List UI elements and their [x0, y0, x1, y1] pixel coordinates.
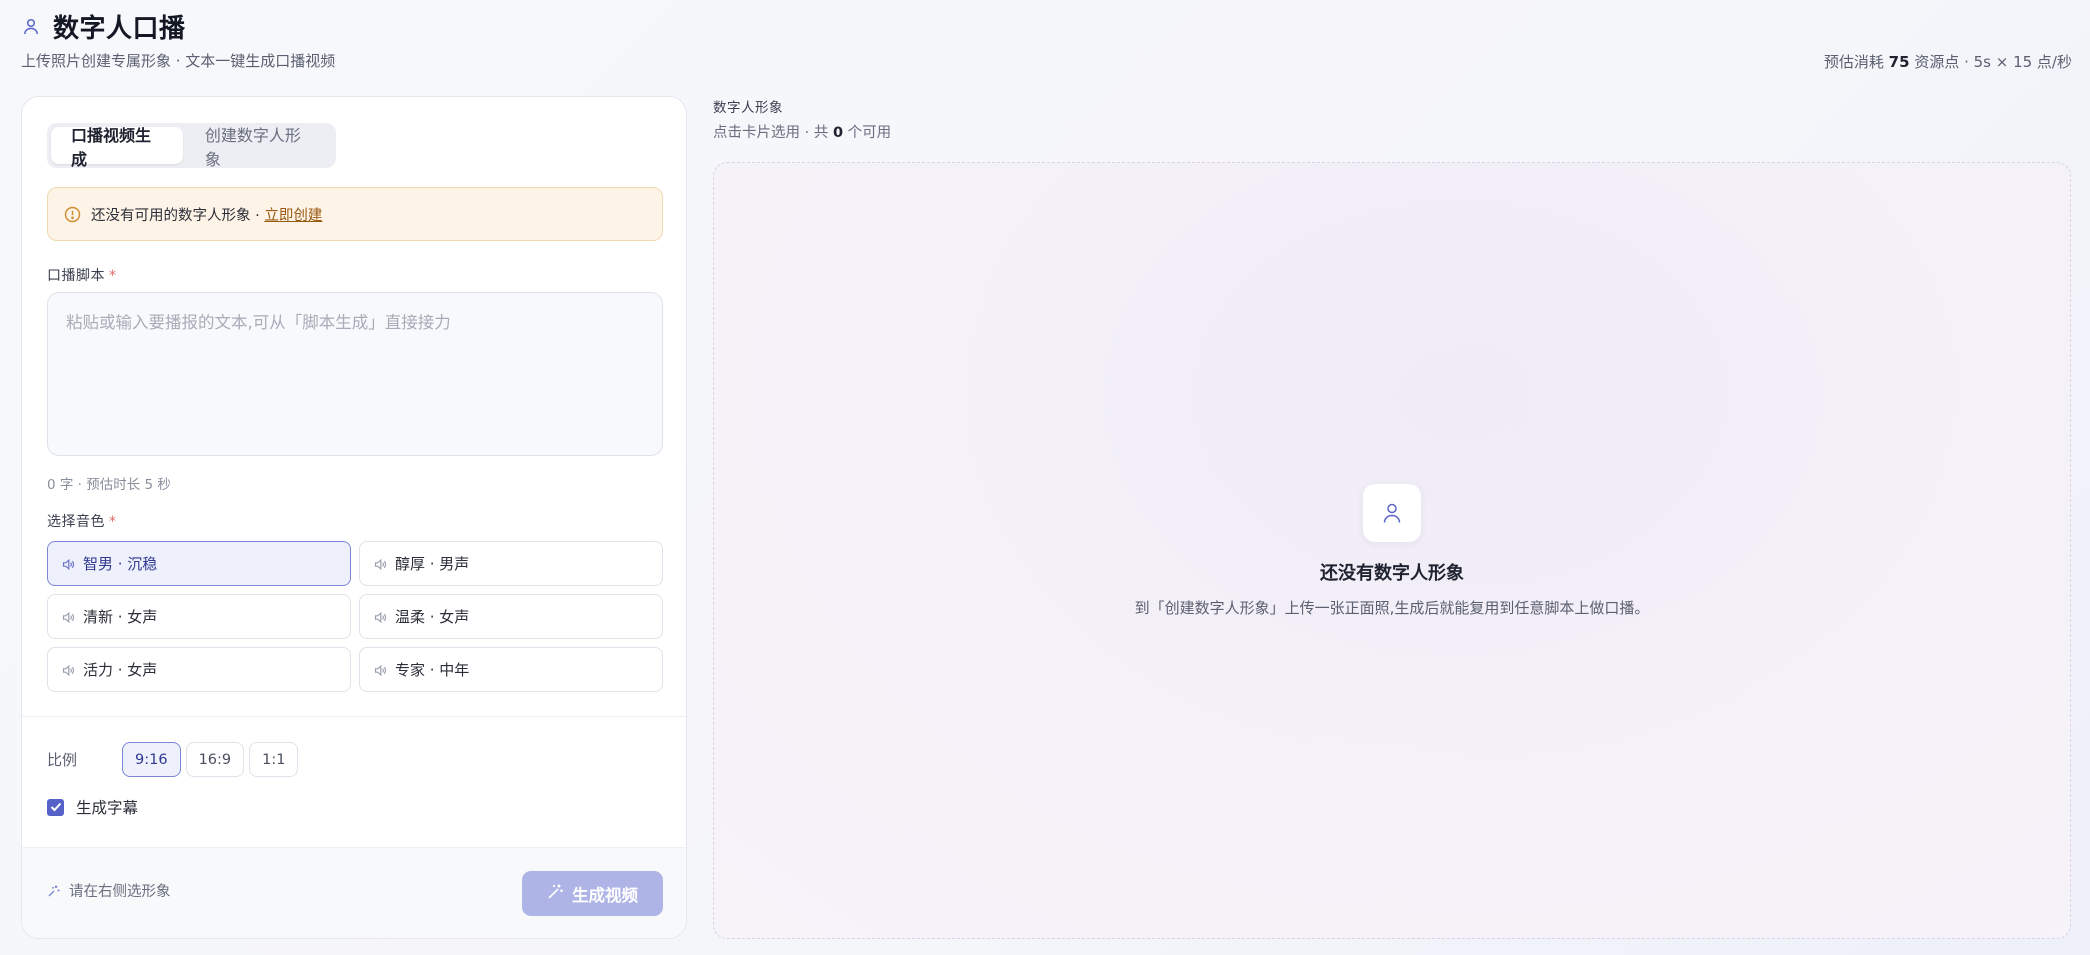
speaker-icon — [62, 610, 75, 624]
speaker-icon — [374, 663, 387, 677]
title-row: 数字人口播 — [21, 8, 2072, 45]
tab-create-avatar[interactable]: 创建数字人形象 — [185, 126, 332, 169]
sparkle-icon — [47, 884, 61, 898]
empty-state-description: 到「创建数字人形象」上传一张正面照,生成后就能复用到任意脚本上做口播。 — [1134, 599, 1650, 617]
required-mark: * — [109, 268, 117, 284]
generate-video-button[interactable]: 生成视频 — [522, 871, 663, 916]
ratio-options: 9:16 16:9 1:1 — [122, 742, 299, 777]
avatar-grid-empty: 还没有数字人形象 到「创建数字人形象」上传一张正面照,生成后就能复用到任意脚本上… — [713, 162, 2071, 939]
ratio-label: 比例 — [47, 751, 78, 769]
mode-tabs: 口播视频生成 创建数字人形象 — [47, 123, 336, 169]
ratio-9-16-button[interactable]: 9:16 — [122, 742, 181, 777]
char-count: 0 字 · 预估时长 5 秒 — [47, 477, 171, 493]
voice-option[interactable]: 醇厚 · 男声 — [359, 541, 663, 586]
speaker-icon — [374, 557, 387, 571]
voice-options: 智男 · 沉稳 醇厚 · 男声 清新 · 女声 温柔 · 女声 活力 · 女声 … — [47, 541, 663, 692]
cost-value: 75 — [1888, 53, 1910, 71]
required-mark: * — [109, 514, 117, 530]
alert-text: 还没有可用的数字人形象 · 立即创建 — [91, 207, 323, 224]
user-icon — [1363, 484, 1421, 542]
script-placeholder: 粘贴或输入要播报的文本,可从「脚本生成」直接接力 — [66, 313, 451, 332]
voice-option[interactable]: 专家 · 中年 — [359, 647, 663, 692]
create-now-link[interactable]: 立即创建 — [264, 208, 322, 224]
select-avatar-hint: 请在右侧选形象 — [47, 880, 171, 901]
magic-wand-icon — [547, 883, 564, 904]
alert-circle-icon — [64, 206, 81, 223]
voice-option[interactable]: 智男 · 沉稳 — [47, 541, 351, 586]
subtitle-toggle[interactable]: 生成字幕 — [47, 796, 138, 818]
script-textarea[interactable]: 粘贴或输入要播报的文本,可从「脚本生成」直接接力 — [47, 292, 663, 456]
script-label: 口播脚本 * — [47, 268, 117, 284]
subtitle-checkbox[interactable] — [47, 798, 64, 816]
speaker-icon — [62, 663, 75, 677]
page-subtitle: 上传照片创建专属形象 · 文本一键生成口播视频 — [21, 52, 336, 70]
speaker-icon — [62, 557, 75, 571]
user-icon — [21, 17, 41, 37]
ratio-16-9-button[interactable]: 16:9 — [185, 742, 245, 777]
tab-video-generation[interactable]: 口播视频生成 — [51, 126, 183, 169]
empty-state-title: 还没有数字人形象 — [1320, 563, 1464, 584]
avatar-section-subtitle: 点击卡片选用 · 共 0 个可用 — [713, 125, 892, 141]
page-title: 数字人口播 — [53, 14, 186, 44]
voice-label: 选择音色 * — [47, 514, 117, 530]
speaker-icon — [374, 610, 387, 624]
no-avatar-alert: 还没有可用的数字人形象 · 立即创建 — [47, 187, 663, 241]
cost-suffix: 资源点 · 5s × 15 点/秒 — [1914, 53, 2072, 71]
check-icon — [50, 802, 61, 812]
subtitle-label: 生成字幕 — [76, 799, 139, 817]
divider — [22, 716, 686, 717]
voice-option[interactable]: 清新 · 女声 — [47, 594, 351, 639]
ratio-1-1-button[interactable]: 1:1 — [249, 742, 299, 777]
cost-estimate: 预估消耗 75 资源点 · 5s × 15 点/秒 — [1824, 51, 2072, 72]
cost-prefix: 预估消耗 — [1823, 53, 1884, 71]
voice-option[interactable]: 活力 · 女声 — [47, 647, 351, 692]
voice-option[interactable]: 温柔 · 女声 — [359, 594, 663, 639]
generation-panel: 口播视频生成 创建数字人形象 还没有可用的数字人形象 · 立即创建 口播脚本 * … — [21, 96, 687, 939]
avatar-count: 0 — [832, 125, 844, 141]
page-header: 数字人口播 上传照片创建专属形象 · 文本一键生成口播视频 预估消耗 75 资源… — [21, 8, 2072, 78]
avatar-section-title: 数字人形象 — [713, 100, 783, 116]
